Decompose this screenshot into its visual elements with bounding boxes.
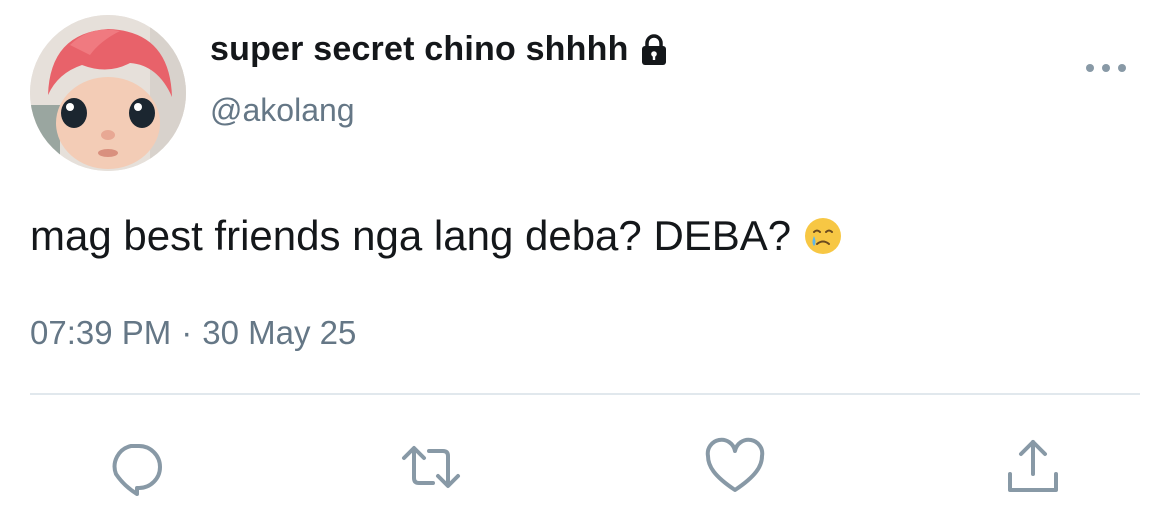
retweet-icon bbox=[402, 446, 460, 488]
share-button[interactable] bbox=[1002, 436, 1064, 498]
dot bbox=[1102, 64, 1110, 72]
tweet-date: 30 May 25 bbox=[202, 314, 357, 351]
heart-icon bbox=[705, 437, 765, 492]
avatar-image bbox=[30, 15, 186, 171]
reply-icon bbox=[112, 444, 162, 496]
lock-icon bbox=[639, 33, 669, 67]
share-icon bbox=[1008, 440, 1058, 492]
tweet-timestamp[interactable]: 07:39 PM · 30 May 25 bbox=[30, 314, 356, 352]
tweet-text-content: mag best friends nga lang deba? DEBA? bbox=[30, 212, 792, 259]
divider bbox=[30, 393, 1140, 395]
display-name-text: super secret chino shhhh bbox=[210, 30, 629, 68]
avatar[interactable] bbox=[30, 15, 186, 171]
more-options-icon[interactable] bbox=[1086, 60, 1126, 76]
dot bbox=[1118, 64, 1126, 72]
tweet-text: mag best friends nga lang deba? DEBA? bbox=[30, 212, 843, 260]
tweet-time: 07:39 PM bbox=[30, 314, 172, 351]
retweet-button[interactable] bbox=[400, 436, 462, 498]
like-button[interactable] bbox=[704, 436, 766, 498]
timestamp-separator: · bbox=[181, 314, 193, 351]
face-holding-back-tears-emoji bbox=[803, 216, 843, 256]
reply-button[interactable] bbox=[104, 436, 166, 498]
display-name[interactable]: super secret chino shhhh bbox=[210, 30, 669, 69]
user-handle[interactable]: @akolang bbox=[210, 92, 355, 129]
dot bbox=[1086, 64, 1094, 72]
